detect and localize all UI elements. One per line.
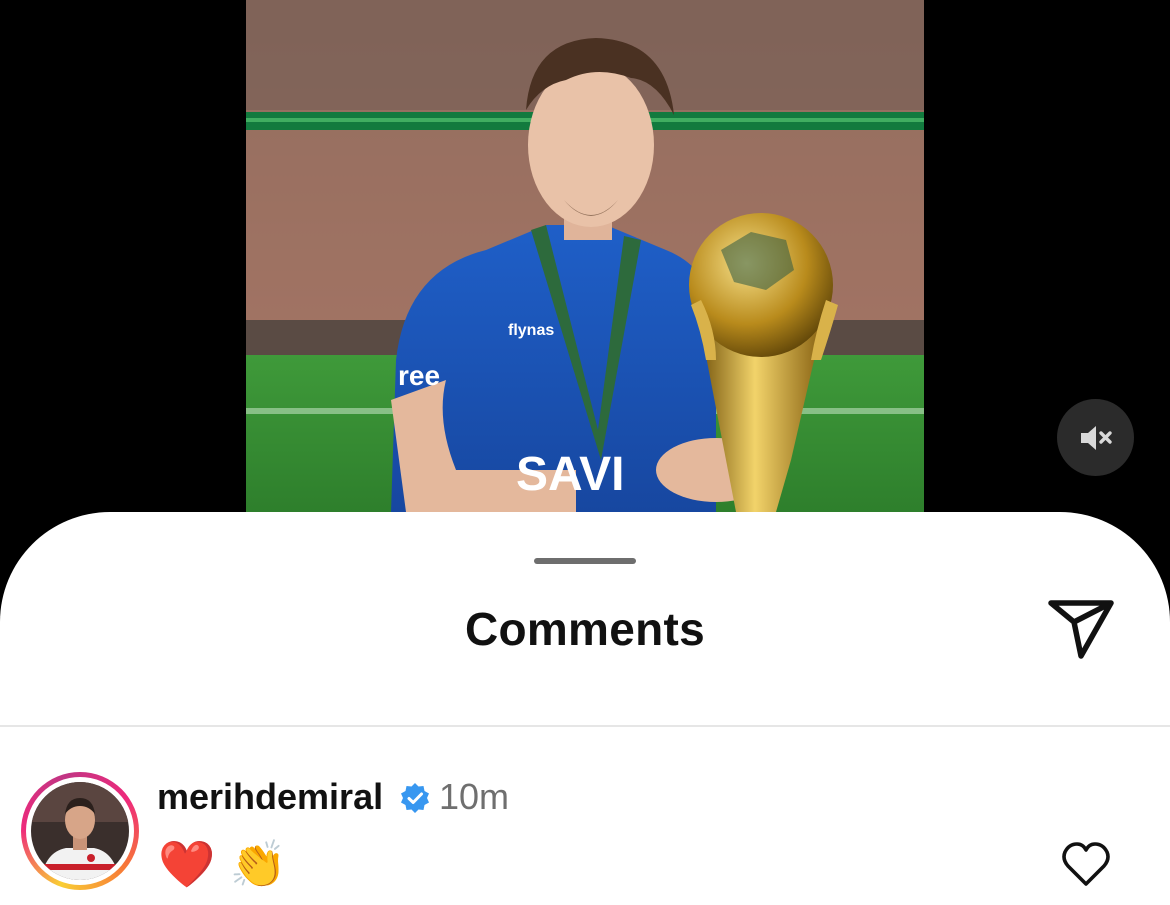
player-trophy-photo: ree flynas SAVI: [246, 0, 924, 512]
instagram-reel-comments-screen: ree flynas SAVI Comments merihdemiral 10…: [0, 0, 1170, 905]
svg-text:ree: ree: [398, 360, 440, 391]
share-button[interactable]: [1044, 597, 1118, 663]
paper-plane-icon: [1048, 600, 1114, 659]
comment-row: merihdemiral 10m ❤️ 👏: [0, 772, 1170, 902]
verified-badge-icon: [401, 783, 429, 813]
reel-video-frame[interactable]: ree flynas SAVI: [246, 0, 924, 512]
heart-outline-icon: [1062, 842, 1110, 886]
sheet-drag-handle[interactable]: [534, 558, 636, 564]
comment-text: ❤️ 👏: [158, 837, 288, 891]
header-divider: [0, 725, 1170, 727]
svg-text:flynas: flynas: [508, 322, 554, 339]
like-comment-button[interactable]: [1060, 840, 1112, 888]
mute-toggle-button[interactable]: [1057, 399, 1134, 476]
comment-timestamp: 10m: [439, 776, 510, 817]
svg-text:SAVI: SAVI: [516, 448, 624, 501]
avatar-story-ring[interactable]: [21, 772, 139, 890]
speaker-muted-icon: [1080, 425, 1112, 450]
comment-username[interactable]: merihdemiral: [157, 776, 383, 818]
avatar: [31, 782, 129, 880]
avatar-photo: [31, 782, 129, 880]
sheet-title: Comments: [464, 603, 706, 655]
comments-sheet: Comments merihdemiral 10m ❤️ 👏: [0, 512, 1170, 905]
